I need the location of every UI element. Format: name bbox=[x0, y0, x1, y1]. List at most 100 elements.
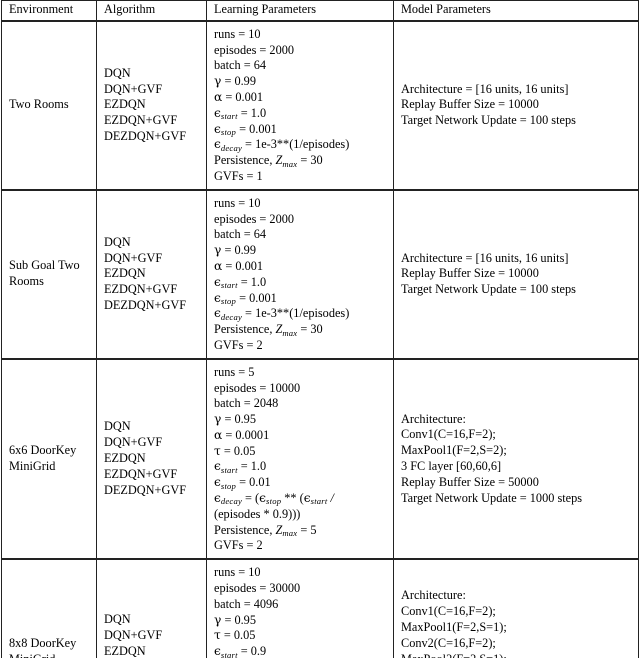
epsilon-start-value: 1.0 bbox=[250, 105, 267, 120]
equals-sign: = bbox=[245, 137, 252, 152]
table-row: Sub Goal Two Rooms DQN DQN+GVF EZDQN EZD… bbox=[1, 189, 639, 360]
alpha-symbol: α bbox=[214, 258, 223, 273]
param-epsilon-decay-cont: (episodes * 0.9))) bbox=[214, 506, 301, 521]
gamma-symbol: γ bbox=[214, 243, 222, 258]
slash: / bbox=[330, 491, 334, 506]
param-epsilon-start: ϵstart = 0.9 bbox=[214, 644, 393, 658]
subscript-start: start bbox=[220, 649, 238, 658]
param-epsilon-start: ϵstart = 1.0 bbox=[214, 459, 393, 475]
epsilon-symbol: ϵ bbox=[214, 274, 221, 289]
param-gvfs: GVFs = 2 bbox=[214, 337, 263, 352]
param-batch: batch = 64 bbox=[214, 227, 267, 242]
param-epsilon-decay: ϵdecay = (ϵstop ** (ϵstart / bbox=[214, 491, 334, 507]
param-epsilon-stop: ϵstop = 0.001 bbox=[214, 122, 393, 138]
algorithm-item: DEZDQN+GVF bbox=[104, 297, 187, 312]
cell-environment: Sub Goal Two Rooms bbox=[1, 189, 97, 360]
column-header-environment: Environment bbox=[1, 0, 97, 22]
model-param-line: Architecture: bbox=[401, 411, 466, 426]
algorithm-item: EZDQN+GVF bbox=[104, 466, 178, 481]
model-param-line: Replay Buffer Size = 50000 bbox=[401, 474, 539, 489]
alpha-symbol: α bbox=[214, 427, 223, 442]
gamma-symbol: γ bbox=[214, 412, 222, 427]
subscript-max: max bbox=[282, 327, 298, 338]
gamma-value: 0.99 bbox=[234, 243, 256, 258]
tau-symbol: τ bbox=[214, 628, 221, 643]
model-param-line: MaxPool2(F=2,S=1); bbox=[401, 652, 638, 658]
epsilon-symbol: ϵ bbox=[214, 491, 221, 506]
param-runs: runs = 10 bbox=[214, 195, 261, 210]
param-batch: batch = 64 bbox=[214, 58, 267, 73]
algorithm-item: DEZDQN+GVF bbox=[104, 128, 187, 143]
persistence-value: 5 bbox=[310, 522, 317, 537]
algorithm-item: EZDQN bbox=[104, 97, 146, 112]
epsilon-symbol: ϵ bbox=[303, 491, 311, 506]
algorithm-item: EZDQN bbox=[104, 643, 146, 658]
equals-sign: = bbox=[223, 443, 231, 458]
param-epsilon-stop: ϵstop = 0.01 bbox=[214, 475, 393, 491]
subscript-max: max bbox=[282, 528, 298, 539]
param-persistence: Persistence, Zmax = 30 bbox=[214, 153, 393, 169]
algorithm-item: DEZDQN+GVF bbox=[104, 482, 187, 497]
param-episodes: episodes = 2000 bbox=[214, 211, 295, 226]
algorithm-item: DQN+GVF bbox=[104, 250, 163, 265]
algorithm-item: EZDQN bbox=[104, 266, 146, 281]
cell-algorithm: DQN DQN+GVF EZDQN EZDQN+GVF DEZDQN+GVF bbox=[96, 189, 207, 360]
model-param-line: Target Network Update = 100 steps bbox=[401, 282, 576, 297]
equals-sign: = bbox=[240, 459, 248, 474]
epsilon-stop-value: 0.01 bbox=[249, 475, 271, 490]
param-gamma: γ = 0.95 bbox=[214, 412, 393, 428]
cell-model-parameters: Architecture: Conv1(C=16,F=2); MaxPool1(… bbox=[394, 559, 639, 658]
persistence-value: 30 bbox=[310, 322, 323, 337]
algorithm-item: DQN bbox=[104, 612, 131, 627]
gamma-symbol: γ bbox=[214, 612, 222, 627]
subscript-start: start bbox=[220, 280, 238, 291]
subscript-decay: decay bbox=[220, 311, 242, 322]
column-header-learning-parameters: Learning Parameters bbox=[206, 0, 394, 22]
epsilon-stop-value: 0.001 bbox=[249, 290, 277, 305]
epsilon-decay-value: 1e-3**(1/episodes) bbox=[255, 306, 350, 321]
cell-environment: Two Rooms bbox=[1, 20, 97, 191]
param-gamma: γ = 0.99 bbox=[214, 74, 393, 90]
cell-learning-parameters: runs = 10 episodes = 2000 batch = 64 γ =… bbox=[206, 20, 394, 191]
subscript-start: start bbox=[220, 464, 238, 475]
algorithm-item: DQN+GVF bbox=[104, 627, 163, 642]
cell-model-parameters: Architecture: Conv1(C=16,F=2); MaxPool1(… bbox=[393, 358, 639, 561]
gamma-value: 0.99 bbox=[234, 74, 256, 89]
model-param-line: Conv2(C=16,F=2); bbox=[401, 635, 496, 650]
alpha-symbol: α bbox=[214, 89, 223, 104]
model-param-line: Architecture = [16 units, 16 units] bbox=[401, 250, 569, 265]
algorithm-item: DQN bbox=[104, 65, 131, 80]
persistence-value: 30 bbox=[310, 153, 323, 168]
param-episodes: episodes = 2000 bbox=[214, 42, 295, 57]
algorithm-item: DQN+GVF bbox=[104, 435, 163, 450]
cell-model-parameters: Architecture = [16 units, 16 units] Repl… bbox=[393, 189, 639, 360]
param-gvfs: GVFs = 1 bbox=[214, 168, 263, 183]
equals-sign: = bbox=[225, 89, 233, 104]
algorithm-item: EZDQN bbox=[104, 451, 146, 466]
epsilon-symbol: ϵ bbox=[214, 137, 221, 152]
equals-sign: = bbox=[300, 153, 308, 168]
cell-algorithm: DQN DQN+GVF EZDQN EZDQN+GVF DEZDQN+GVF bbox=[96, 20, 207, 191]
param-batch: batch = 4096 bbox=[214, 596, 279, 611]
epsilon-stop-value: 0.001 bbox=[249, 121, 277, 136]
column-header-model-parameters: Model Parameters bbox=[393, 0, 639, 22]
model-param-line: MaxPool1(F=2,S=1); bbox=[401, 620, 507, 635]
epsilon-symbol: ϵ bbox=[214, 644, 221, 658]
epsilon-symbol: ϵ bbox=[259, 491, 267, 506]
subscript-decay: decay bbox=[220, 142, 242, 153]
gamma-value: 0.95 bbox=[234, 412, 256, 427]
table-body: Two Rooms DQN DQN+GVF EZDQN EZDQN+GVF DE… bbox=[1, 20, 639, 658]
equals-sign: = bbox=[225, 427, 233, 442]
alpha-value: 0.001 bbox=[235, 258, 264, 273]
param-gvfs: GVFs = 2 bbox=[214, 538, 263, 553]
param-epsilon-start: ϵstart = 1.0 bbox=[214, 275, 393, 291]
column-header-algorithm: Algorithm bbox=[96, 0, 207, 22]
table-row: 8x8 DoorKey MiniGrid DQN DQN+GVF EZDQN E… bbox=[1, 559, 639, 658]
epsilon-symbol: ϵ bbox=[214, 459, 221, 474]
equals-sign: = bbox=[239, 475, 247, 490]
equals-sign: = bbox=[239, 121, 247, 136]
environment-name: 6x6 DoorKey MiniGrid bbox=[9, 443, 77, 473]
alpha-value: 0.0001 bbox=[235, 427, 270, 442]
cell-algorithm: DQN DQN+GVF EZDQN EZDQN+GVF DEZDQN+GVF bbox=[96, 559, 207, 658]
param-tau: τ = 0.05 bbox=[214, 628, 393, 644]
